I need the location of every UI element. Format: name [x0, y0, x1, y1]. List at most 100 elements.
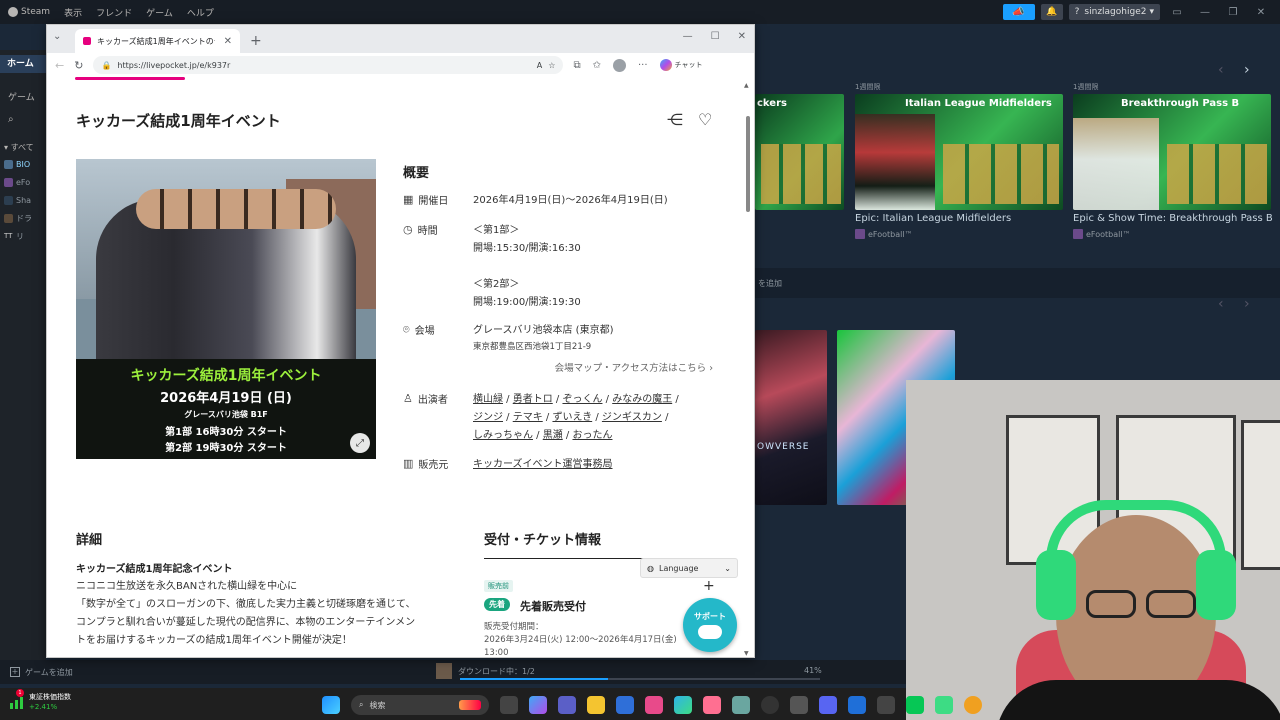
- announcement-button[interactable]: 📣: [1002, 4, 1035, 20]
- windows-start-icon[interactable]: [322, 696, 340, 714]
- sidebar-game-item[interactable]: eFo: [4, 176, 40, 188]
- menu-games[interactable]: ゲーム: [146, 6, 173, 19]
- carousel-next-icon[interactable]: ›: [1244, 62, 1250, 78]
- windows-taskbar: 1 東証株価指数 +2.41% ⌕ 検索: [0, 688, 982, 720]
- user-menu[interactable]: ? sinzlagohige2 ▾: [1068, 4, 1160, 20]
- app-icon[interactable]: [558, 696, 576, 714]
- minimize-icon[interactable]: —: [1194, 7, 1216, 18]
- performer-link[interactable]: ジンギスカン: [602, 412, 662, 423]
- discord-icon[interactable]: [819, 696, 837, 714]
- performer-link[interactable]: 黒瀬: [543, 430, 563, 441]
- help-icon: ?: [1074, 7, 1080, 17]
- extensions-icon[interactable]: ⧉: [573, 60, 580, 71]
- page-scrollbar[interactable]: ▲ ▼: [742, 80, 754, 657]
- capsule-title[interactable]: Epic & Show Time: Breakthrough Pass B: [1073, 213, 1273, 224]
- profile-icon[interactable]: [612, 58, 626, 72]
- carousel-next-icon[interactable]: ›: [1244, 296, 1250, 312]
- taskview-icon[interactable]: [500, 696, 518, 714]
- performer-link[interactable]: 横山緑: [473, 394, 503, 405]
- store-capsule[interactable]: ckers: [755, 94, 844, 210]
- performer-link[interactable]: ジンジ: [473, 412, 503, 423]
- store-capsule-breakthrough[interactable]: Breakthrough Pass B: [1073, 94, 1271, 210]
- reload-icon[interactable]: ↻: [74, 59, 83, 72]
- app-icon[interactable]: [732, 696, 750, 714]
- performer-link[interactable]: みなみの魔王: [612, 394, 672, 405]
- heart-icon[interactable]: ♡: [698, 110, 712, 129]
- event-poster[interactable]: キッカーズ結成1周年イベント 2026年4月19日 (日) グレースバリ池袋 B…: [76, 159, 376, 459]
- add-game-button[interactable]: + ゲームを追加: [10, 667, 73, 678]
- poster-date: 2026年4月19日 (日): [160, 391, 292, 406]
- expand-image-icon[interactable]: ⤢: [350, 433, 370, 453]
- tab-actions-icon[interactable]: ⌄: [53, 31, 61, 42]
- bigpicture-icon[interactable]: ▭: [1166, 7, 1188, 18]
- address-bar[interactable]: 🔒 https://livepocket.jp/e/k937r A ☆: [93, 56, 564, 74]
- maximize-icon[interactable]: ☐: [711, 31, 720, 42]
- carousel-prev-icon[interactable]: ‹: [1218, 62, 1224, 78]
- sidebar-game-item[interactable]: TT リ: [4, 230, 40, 242]
- search-icon[interactable]: ⌕: [8, 114, 14, 125]
- weather-widget[interactable]: 1 東証株価指数 +2.41%: [10, 689, 71, 712]
- scroll-down-icon[interactable]: ▼: [744, 650, 749, 657]
- store-capsule-italian-league[interactable]: Italian League Midfielders: [855, 94, 1063, 210]
- obs-icon[interactable]: [761, 696, 779, 714]
- steam-logo[interactable]: Steam: [8, 7, 50, 17]
- performer-link[interactable]: 勇者トロ: [513, 394, 553, 405]
- share-icon[interactable]: ⋲: [667, 110, 683, 129]
- tab-close-icon[interactable]: ✕: [224, 36, 232, 47]
- close-icon[interactable]: ✕: [1250, 7, 1272, 18]
- sidebar-games[interactable]: ゲーム: [8, 90, 35, 103]
- music-icon[interactable]: [645, 696, 663, 714]
- performer-link[interactable]: ずいえき: [552, 412, 592, 423]
- new-tab-icon[interactable]: +: [250, 33, 262, 49]
- minimize-icon[interactable]: —: [683, 31, 693, 42]
- edge-icon[interactable]: [674, 696, 692, 714]
- performer-link[interactable]: おったん: [572, 430, 612, 441]
- copilot-chat-button[interactable]: チャット: [659, 59, 702, 71]
- performer-link[interactable]: テマキ: [513, 412, 543, 423]
- app-icon[interactable]: [790, 696, 808, 714]
- download-status[interactable]: ダウンロード中：1/2: [436, 663, 535, 679]
- language-select[interactable]: ◍ Language ⌄: [640, 558, 738, 578]
- carousel-prev-icon[interactable]: ‹: [1218, 296, 1224, 312]
- expand-plus-icon[interactable]: +: [703, 578, 715, 594]
- performer-link[interactable]: ぞっくん: [562, 394, 602, 405]
- game-tile[interactable]: OWVERSE: [755, 330, 827, 505]
- close-icon[interactable]: ✕: [738, 31, 746, 42]
- venue-map-link[interactable]: 会場マップ・アクセス方法はこちら ›: [473, 360, 713, 378]
- menu-friends[interactable]: フレンド: [96, 6, 132, 19]
- copilot-icon[interactable]: [529, 696, 547, 714]
- support-chat-button[interactable]: サポート: [683, 598, 737, 652]
- browser-window: ⌄ キッカーズ結成1周年イベントのチケット ✕ + — ☐ ✕ ← ↻ 🔒 ht…: [46, 24, 755, 658]
- seller-link[interactable]: キッカーズイベント運営事務局: [473, 456, 713, 474]
- taskbar-search[interactable]: ⌕ 検索: [351, 695, 489, 715]
- favorites-icon[interactable]: ✩: [593, 60, 601, 71]
- app-icon[interactable]: [935, 696, 953, 714]
- performer-link[interactable]: しみっちゃん: [473, 430, 533, 441]
- line-icon[interactable]: [906, 696, 924, 714]
- sidebar-game-item[interactable]: Sha: [4, 194, 40, 206]
- sidebar-all[interactable]: ▾ すべて: [4, 142, 34, 153]
- maximize-icon[interactable]: ❐: [1222, 7, 1244, 18]
- app-icon[interactable]: [964, 696, 982, 714]
- sidebar-game-item[interactable]: ドラ: [4, 212, 40, 224]
- app-icon[interactable]: [877, 696, 895, 714]
- folder-icon[interactable]: [587, 696, 605, 714]
- store-icon[interactable]: [616, 696, 634, 714]
- scroll-up-icon[interactable]: ▲: [744, 82, 749, 89]
- game-icon: [4, 177, 13, 187]
- tab-livepocket[interactable]: キッカーズ結成1周年イベントのチケット ✕: [75, 29, 240, 53]
- capsule-title[interactable]: Epic: Italian League Midfielders: [855, 213, 1011, 224]
- add-section-label[interactable]: を追加: [758, 278, 782, 289]
- app-icon[interactable]: [703, 696, 721, 714]
- menu-help[interactable]: ヘルプ: [187, 6, 214, 19]
- more-icon[interactable]: ···: [638, 60, 648, 71]
- notifications-button[interactable]: 🔔: [1040, 4, 1063, 20]
- back-icon[interactable]: ←: [55, 59, 64, 72]
- menu-view[interactable]: 表示: [64, 6, 82, 19]
- read-aloud-icon[interactable]: A: [537, 61, 542, 70]
- sidebar-game-item[interactable]: BIO: [4, 158, 40, 170]
- app-icon[interactable]: [848, 696, 866, 714]
- favorite-star-icon[interactable]: ☆: [548, 61, 555, 70]
- scrollbar-thumb[interactable]: [746, 116, 750, 212]
- sidebar-home[interactable]: ホーム: [0, 55, 46, 73]
